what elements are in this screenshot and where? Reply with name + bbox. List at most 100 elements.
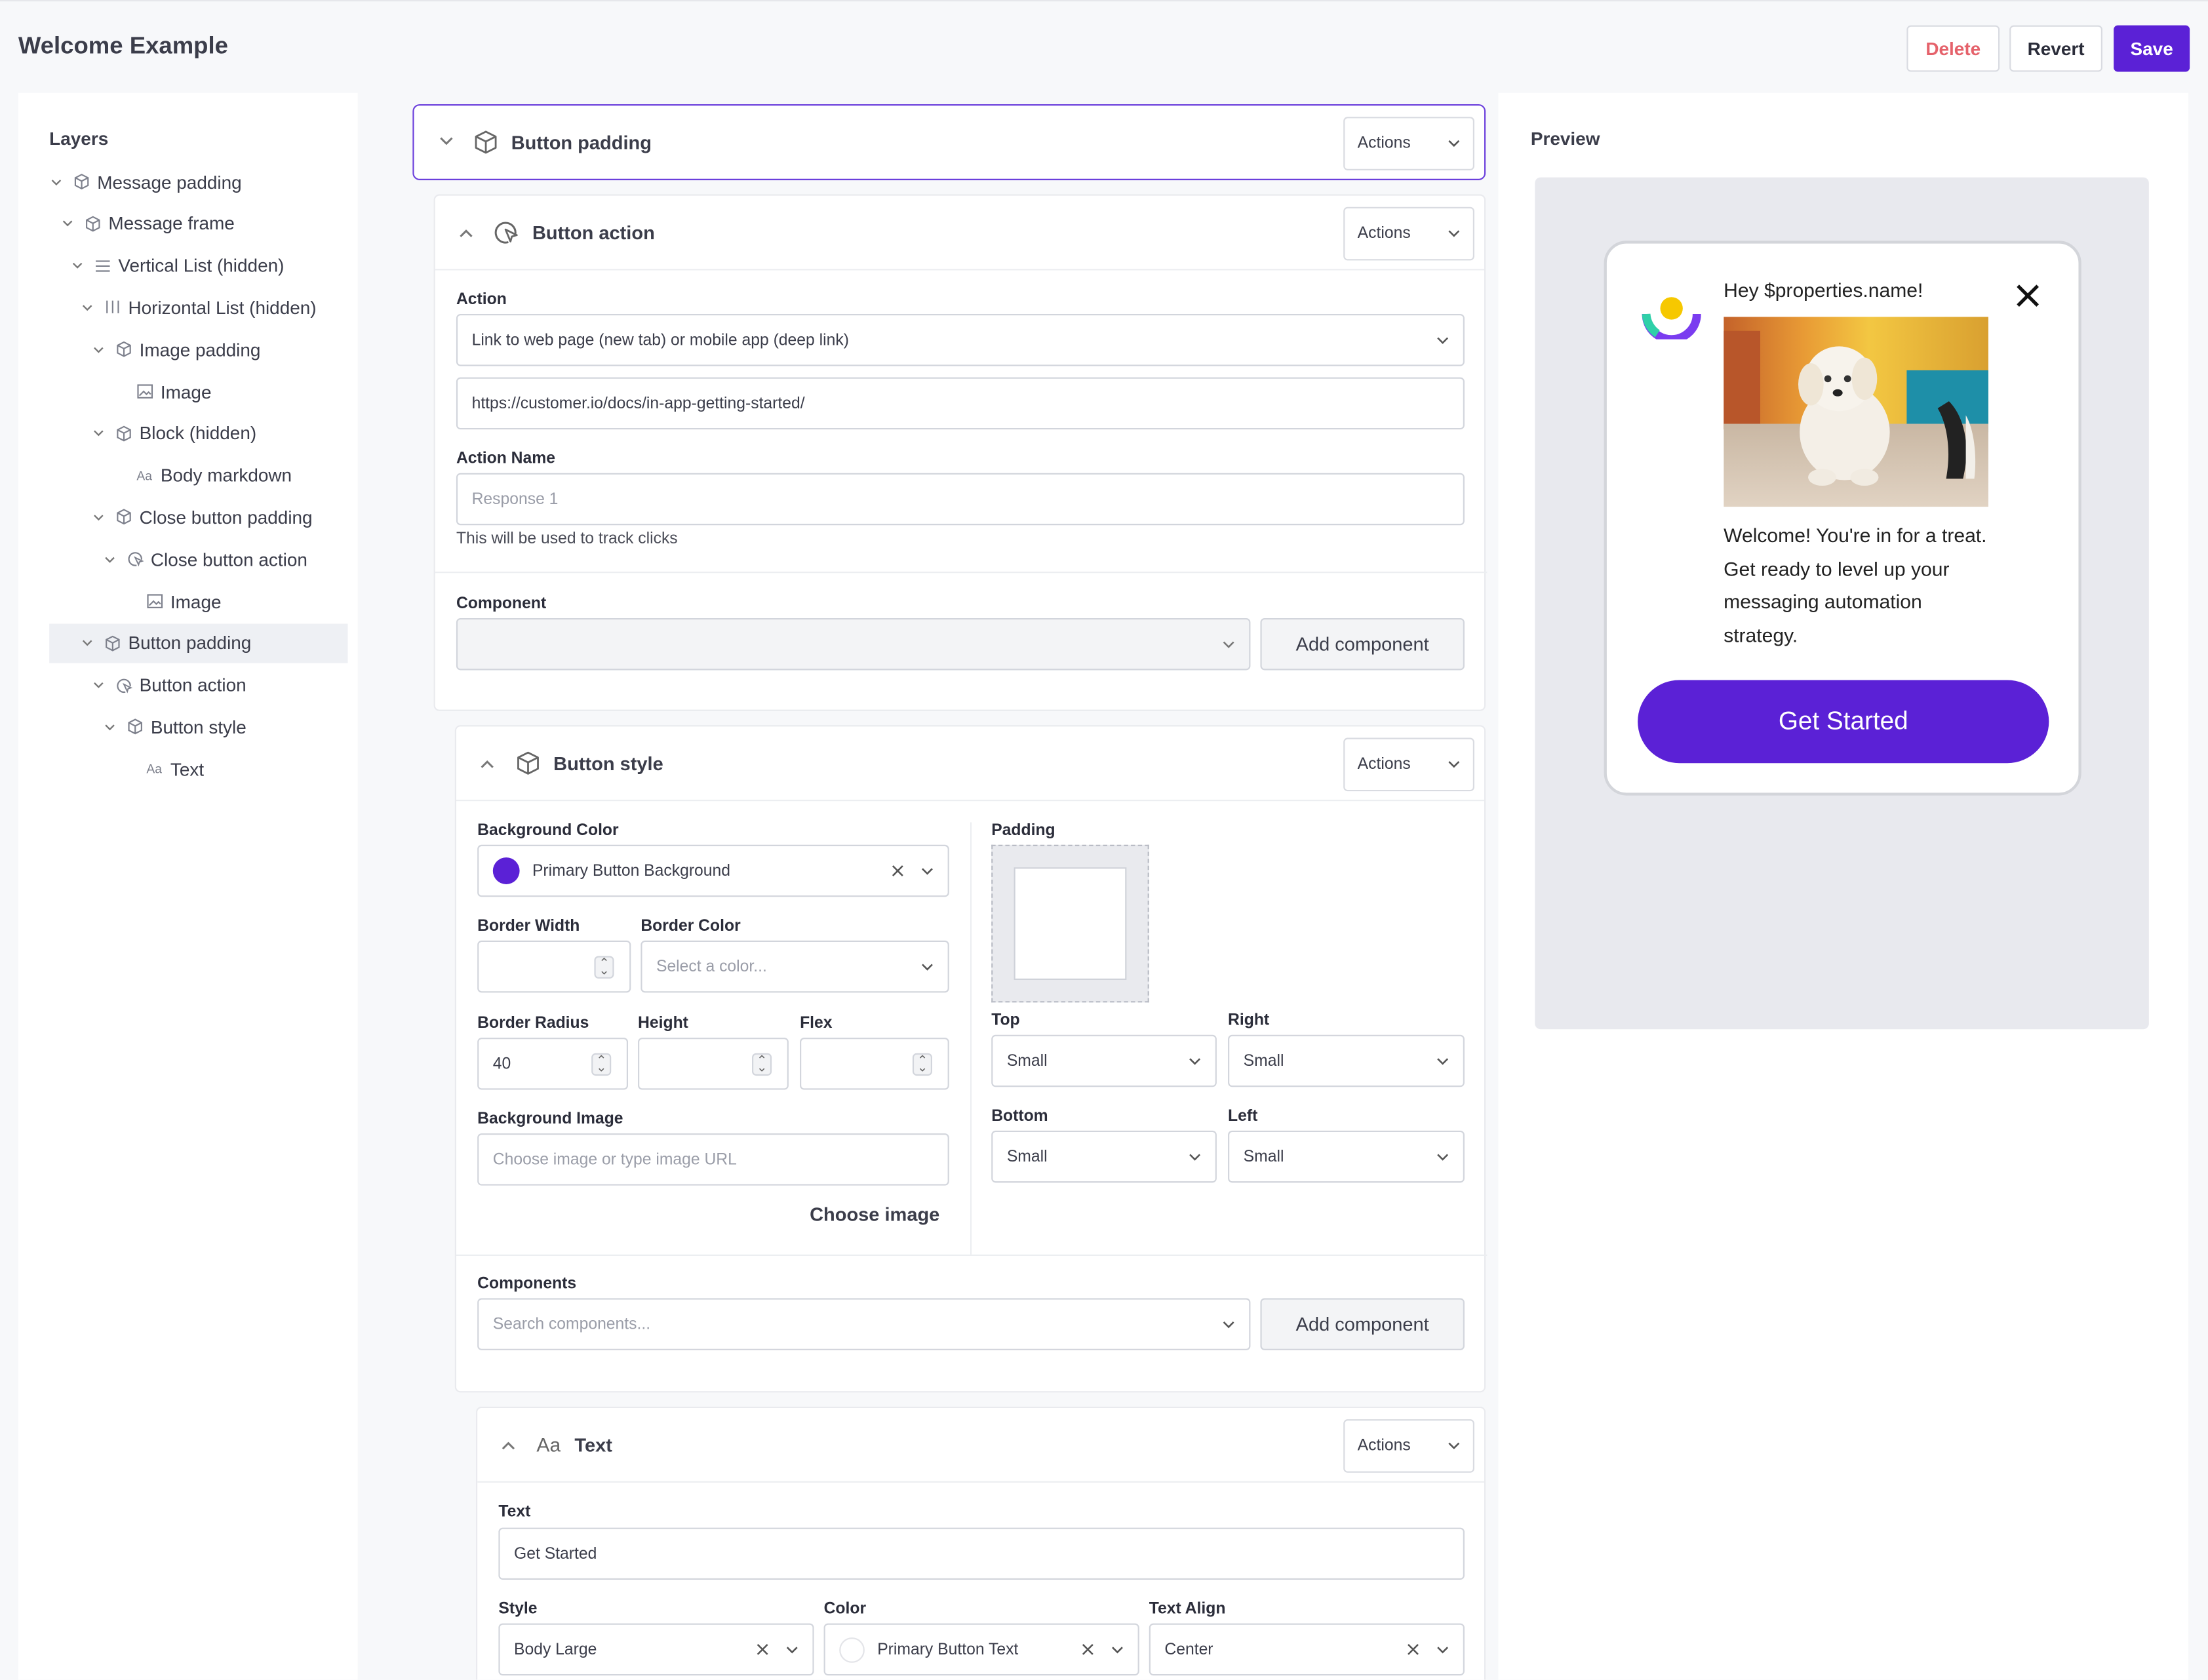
text-icon: Aa bbox=[536, 1433, 561, 1456]
clear-icon[interactable] bbox=[1407, 1643, 1419, 1656]
components-search[interactable]: Search components... bbox=[477, 1298, 1251, 1350]
component-select[interactable] bbox=[456, 617, 1251, 671]
cube-icon bbox=[515, 751, 541, 776]
layer-item[interactable]: Horizontal List (hidden) bbox=[49, 288, 347, 327]
clear-icon[interactable] bbox=[1082, 1643, 1094, 1656]
button-padding-card[interactable]: Button padding Actions bbox=[412, 104, 1486, 180]
layer-item[interactable]: Message frame bbox=[49, 204, 347, 243]
clear-icon[interactable] bbox=[892, 865, 904, 877]
choose-image-link[interactable]: Choose image bbox=[810, 1204, 939, 1225]
layer-item[interactable]: Button padding bbox=[49, 623, 348, 663]
chevron-up-icon[interactable] bbox=[502, 1440, 515, 1450]
layer-label: Button padding bbox=[128, 633, 252, 654]
background-image-input[interactable]: Choose image or type image URL bbox=[477, 1133, 949, 1186]
chevron-down-icon[interactable] bbox=[92, 514, 106, 521]
left-select[interactable]: Small bbox=[1228, 1130, 1465, 1183]
stepper-icon[interactable]: ⌃ ⌄ bbox=[591, 1053, 612, 1076]
layer-item[interactable]: Close button padding bbox=[49, 498, 347, 537]
button-action-title: Button action bbox=[532, 222, 655, 244]
layer-item[interactable]: Aa Text bbox=[49, 749, 347, 789]
chevron-up-icon[interactable] bbox=[480, 759, 494, 769]
padding-visualizer[interactable] bbox=[991, 844, 1149, 1003]
chevron-down-icon[interactable] bbox=[70, 262, 84, 269]
border-width-label: Border Width bbox=[477, 918, 580, 935]
chevron-down-icon[interactable] bbox=[439, 136, 453, 146]
list-icon bbox=[93, 257, 111, 274]
button-padding-actions-dropdown[interactable]: Actions bbox=[1343, 117, 1474, 170]
right-label: Right bbox=[1228, 1012, 1270, 1030]
color-swatch bbox=[839, 1637, 865, 1662]
button-style-actions-dropdown[interactable]: Actions bbox=[1343, 737, 1474, 792]
chevron-down-icon[interactable] bbox=[60, 220, 74, 227]
layer-item[interactable]: Vertical List (hidden) bbox=[49, 246, 347, 285]
bottom-select[interactable]: Small bbox=[991, 1130, 1217, 1183]
stepper-icon[interactable]: ⌃ ⌄ bbox=[912, 1053, 932, 1076]
button-action-actions-dropdown[interactable]: Actions bbox=[1343, 206, 1474, 261]
layer-item[interactable]: Image bbox=[49, 372, 347, 411]
text-actions-dropdown[interactable]: Actions bbox=[1343, 1419, 1474, 1473]
chevron-down-icon[interactable] bbox=[49, 178, 63, 186]
height-label: Height bbox=[638, 1015, 688, 1032]
chevron-down-icon[interactable] bbox=[92, 430, 106, 437]
style-select[interactable]: Body Large bbox=[498, 1623, 814, 1676]
add-component-button[interactable]: Add component bbox=[1260, 617, 1465, 671]
chevron-down-icon[interactable] bbox=[80, 640, 94, 647]
layer-item[interactable]: Message padding bbox=[49, 162, 347, 201]
background-color-select[interactable]: Primary Button Background bbox=[477, 844, 949, 897]
button-action-header[interactable]: Button action Actions bbox=[435, 196, 1484, 271]
layer-item[interactable]: Button action bbox=[49, 665, 347, 705]
chevron-down-icon[interactable] bbox=[103, 724, 117, 731]
layer-item[interactable]: Image padding bbox=[49, 330, 347, 369]
text-header[interactable]: Aa Text Actions bbox=[477, 1408, 1484, 1483]
chevron-down-icon[interactable] bbox=[80, 304, 94, 311]
color-select[interactable]: Primary Button Text bbox=[823, 1623, 1139, 1676]
delete-button[interactable]: Delete bbox=[1906, 25, 2000, 72]
chevron-down-icon[interactable] bbox=[92, 346, 106, 353]
chevron-down-icon[interactable] bbox=[103, 556, 117, 563]
url-input[interactable]: https://customer.io/docs/in-app-getting-… bbox=[456, 377, 1465, 430]
layer-label: Block (hidden) bbox=[139, 423, 257, 444]
action-name-input[interactable]: Response 1 bbox=[456, 473, 1465, 526]
clear-icon[interactable] bbox=[756, 1643, 768, 1656]
chevron-down-icon bbox=[1448, 760, 1460, 769]
button-style-title: Button style bbox=[553, 753, 663, 775]
layer-item[interactable]: Aa Body markdown bbox=[49, 456, 347, 495]
layer-label: Close button action bbox=[150, 549, 307, 570]
add-component-button[interactable]: Add component bbox=[1260, 1298, 1465, 1350]
color-swatch bbox=[492, 857, 520, 884]
layer-label: Vertical List (hidden) bbox=[118, 254, 285, 277]
text-align-value: Center bbox=[1164, 1641, 1213, 1658]
layer-label: Message padding bbox=[97, 170, 242, 193]
layer-item[interactable]: Close button action bbox=[49, 539, 347, 579]
get-started-button[interactable]: Get Started bbox=[1638, 680, 2049, 764]
stepper-icon[interactable]: ⌃ ⌄ bbox=[594, 956, 614, 979]
left-value: Small bbox=[1243, 1148, 1284, 1165]
chevron-down-icon bbox=[1189, 1152, 1201, 1161]
right-select[interactable]: Small bbox=[1228, 1034, 1465, 1087]
layer-label: Body markdown bbox=[160, 465, 292, 486]
text-title: Text bbox=[574, 1434, 612, 1456]
cursor-click-icon bbox=[492, 218, 520, 246]
layer-item[interactable]: Block (hidden) bbox=[49, 414, 347, 453]
page-title: Welcome Example bbox=[18, 32, 228, 60]
text-icon: Aa bbox=[136, 468, 152, 482]
save-button[interactable]: Save bbox=[2114, 25, 2190, 72]
layer-label: Image padding bbox=[139, 338, 261, 361]
action-select[interactable]: Link to web page (new tab) or mobile app… bbox=[456, 314, 1465, 366]
layer-item[interactable]: Button style bbox=[49, 707, 347, 747]
button-style-header[interactable]: Button style Actions bbox=[456, 726, 1484, 802]
revert-button[interactable]: Revert bbox=[2009, 25, 2102, 72]
border-color-select[interactable]: Select a color... bbox=[641, 940, 949, 993]
chevron-down-icon[interactable] bbox=[92, 682, 106, 689]
body-line: Welcome! You're in for a treat. bbox=[1724, 524, 1987, 547]
button-padding-title: Button padding bbox=[511, 132, 652, 154]
text-align-select[interactable]: Center bbox=[1149, 1623, 1465, 1676]
layer-item[interactable]: Image bbox=[49, 581, 347, 621]
border-color-label: Border Color bbox=[641, 918, 741, 935]
text-input[interactable]: Get Started bbox=[498, 1527, 1465, 1580]
top-select[interactable]: Small bbox=[991, 1034, 1217, 1087]
chevron-up-icon[interactable] bbox=[459, 228, 473, 238]
close-icon[interactable] bbox=[2015, 283, 2041, 309]
image-icon bbox=[135, 383, 153, 400]
stepper-icon[interactable]: ⌃ ⌄ bbox=[752, 1053, 772, 1076]
